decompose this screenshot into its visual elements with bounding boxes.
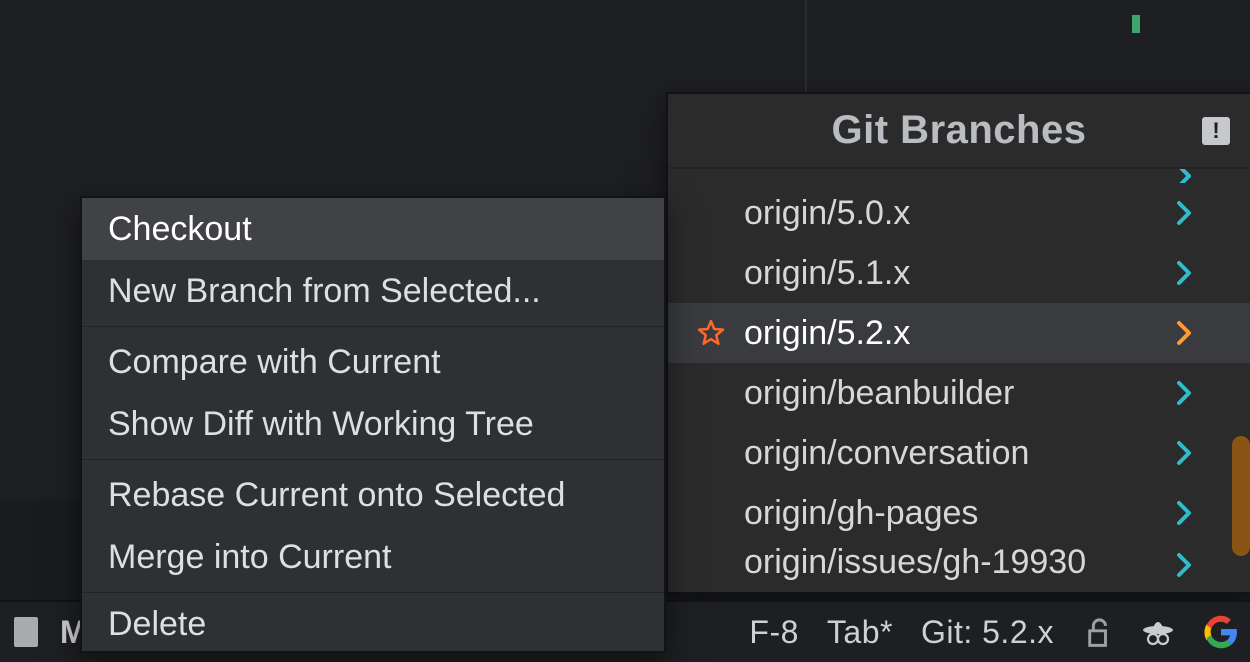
branch-item-selected[interactable]: origin/5.2.x bbox=[668, 303, 1250, 363]
menu-item-checkout[interactable]: Checkout bbox=[82, 198, 664, 260]
branch-item[interactable]: origin/5.0.x bbox=[668, 183, 1250, 243]
branch-label: origin/5.2.x bbox=[744, 314, 910, 353]
git-branches-popup[interactable]: Git Branches ! origin/4.0.x origin/5.0.x… bbox=[666, 92, 1250, 594]
editor-divider bbox=[805, 0, 807, 92]
chevron-right-icon bbox=[1176, 200, 1194, 226]
menu-separator bbox=[82, 592, 664, 593]
google-icon[interactable] bbox=[1204, 615, 1238, 649]
activity-indicator-icon bbox=[1132, 15, 1140, 33]
chevron-right-icon bbox=[1176, 500, 1194, 526]
branch-item[interactable]: origin/beanbuilder bbox=[668, 363, 1250, 423]
chevron-right-icon bbox=[1176, 260, 1194, 286]
status-tab[interactable]: Tab* bbox=[827, 614, 893, 651]
menu-item-compare[interactable]: Compare with Current bbox=[82, 331, 664, 393]
git-branches-title: Git Branches bbox=[832, 108, 1087, 153]
menu-item-show-diff[interactable]: Show Diff with Working Tree bbox=[82, 393, 664, 455]
branch-item[interactable]: origin/4.0.x bbox=[668, 169, 1250, 183]
branch-label: origin/gh-pages bbox=[744, 494, 978, 533]
inspector-icon[interactable] bbox=[1140, 615, 1176, 649]
scrollbar-thumb[interactable] bbox=[1232, 436, 1250, 556]
git-branches-title-bar: Git Branches ! bbox=[668, 94, 1250, 169]
menu-separator bbox=[82, 326, 664, 327]
menu-separator bbox=[82, 459, 664, 460]
star-outline-icon bbox=[696, 318, 726, 348]
branch-label: origin/5.1.x bbox=[744, 254, 910, 293]
branch-item[interactable]: origin/5.1.x bbox=[668, 243, 1250, 303]
warning-icon[interactable]: ! bbox=[1202, 117, 1230, 145]
branch-item[interactable]: origin/conversation bbox=[668, 423, 1250, 483]
branch-label: origin/issues/gh-19930 bbox=[744, 543, 1086, 582]
unlock-icon[interactable] bbox=[1082, 615, 1112, 649]
branch-context-menu[interactable]: Checkout New Branch from Selected... Com… bbox=[80, 196, 666, 653]
menu-item-merge[interactable]: Merge into Current bbox=[82, 526, 664, 588]
chevron-right-icon bbox=[1176, 552, 1194, 578]
chevron-right-icon bbox=[1176, 169, 1194, 183]
status-git-branch[interactable]: Git: 5.2.x bbox=[921, 614, 1054, 651]
branch-list[interactable]: origin/4.0.x origin/5.0.x origin/5.1.x o… bbox=[668, 169, 1250, 592]
branch-label: origin/conversation bbox=[744, 434, 1029, 473]
branch-item[interactable]: origin/gh-pages bbox=[668, 483, 1250, 543]
menu-item-delete[interactable]: Delete bbox=[82, 597, 664, 651]
chevron-right-icon bbox=[1176, 440, 1194, 466]
menu-item-rebase[interactable]: Rebase Current onto Selected bbox=[82, 464, 664, 526]
branch-label: origin/beanbuilder bbox=[744, 374, 1014, 413]
chevron-right-icon bbox=[1176, 380, 1194, 406]
branch-label: origin/5.0.x bbox=[744, 194, 910, 233]
tool-window-icon[interactable] bbox=[14, 617, 38, 647]
branch-item[interactable]: origin/issues/gh-19930 bbox=[668, 543, 1250, 592]
chevron-right-icon bbox=[1176, 320, 1194, 346]
menu-item-new-branch[interactable]: New Branch from Selected... bbox=[82, 260, 664, 322]
status-encoding[interactable]: F-8 bbox=[749, 614, 799, 651]
